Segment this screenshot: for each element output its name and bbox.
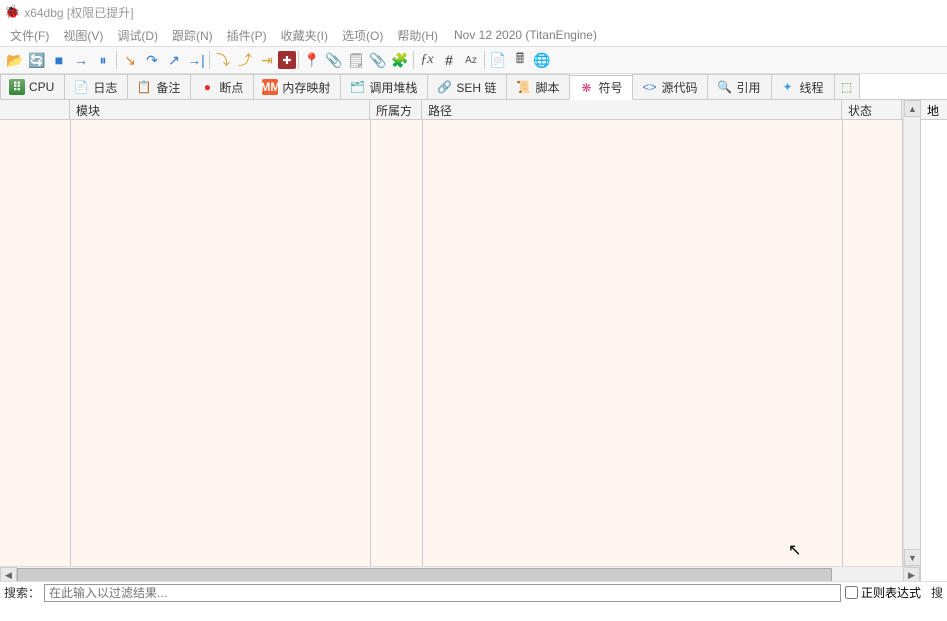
right-search-label: 搜 (931, 584, 943, 601)
breakpoint-icon: ● (199, 79, 215, 95)
symbols-icon: ❋ (578, 80, 594, 96)
searchbar: 搜索： 正则表达式 搜 (0, 581, 947, 603)
tab-source[interactable]: <>源代码 (632, 74, 708, 99)
fx-button[interactable]: ƒx (416, 49, 438, 71)
exec-till-button[interactable]: ⇥ (256, 49, 278, 71)
tb-a1[interactable]: 📍 (301, 49, 323, 71)
menu-debug[interactable]: 调试(D) (111, 25, 164, 46)
run-button[interactable]: → (70, 49, 92, 71)
modules-pane: 模块 所属方 路径 状态 ▲ ▼ ◀ ▶ (0, 100, 920, 583)
menu-plugins[interactable]: 插件(P) (221, 25, 273, 46)
log-icon: 📄 (73, 79, 89, 95)
grid-body[interactable] (0, 120, 920, 566)
right-pane: 地 (920, 100, 947, 583)
tab-cpu[interactable]: ⠿CPU (0, 74, 65, 99)
col-module[interactable]: 模块 (70, 100, 370, 119)
tab-symbols[interactable]: ❋符号 (569, 75, 633, 100)
tb-a5[interactable]: 🧩 (389, 49, 411, 71)
main-area: 模块 所属方 路径 状态 ▲ ▼ ◀ ▶ 地 (0, 100, 947, 583)
tb-a4[interactable]: 📎 (367, 49, 389, 71)
vscrollbar[interactable]: ▲ ▼ (903, 100, 920, 566)
menu-file[interactable]: 文件(F) (4, 25, 55, 46)
seh-icon: 🔗 (436, 79, 452, 95)
run-to-button[interactable]: →| (185, 49, 207, 71)
step-over-button[interactable]: ↷ (141, 49, 163, 71)
step-out-button[interactable]: ↗ (163, 49, 185, 71)
tb-b3[interactable]: 🌐 (531, 49, 553, 71)
menu-trace[interactable]: 跟踪(N) (166, 25, 219, 46)
right-col-addr[interactable]: 地 (921, 100, 947, 120)
tab-threads[interactable]: ✦线程 (771, 74, 835, 99)
toolbar-sep (116, 51, 117, 69)
tb-b2[interactable]: 🖩 (509, 49, 531, 71)
cpu-icon: ⠿ (9, 79, 25, 95)
scroll-up-icon[interactable]: ▲ (904, 100, 921, 117)
references-icon: 🔍 (716, 79, 732, 95)
tab-handles[interactable]: ⬚ (834, 74, 860, 99)
window-title: x64dbg [权限已提升] (24, 4, 133, 21)
tab-breakpoints[interactable]: ●断点 (190, 74, 254, 99)
threads-icon: ✦ (780, 79, 796, 95)
search-input[interactable] (44, 584, 841, 602)
menu-favorites[interactable]: 收藏夹(I) (275, 25, 334, 46)
menu-options[interactable]: 选项(O) (336, 25, 389, 46)
toolbar-sep (484, 51, 485, 69)
script-icon: 📜 (515, 79, 531, 95)
handles-icon: ⬚ (839, 79, 855, 95)
hash-button[interactable]: # (438, 49, 460, 71)
search-label: 搜索： (4, 584, 40, 601)
trace-into-button[interactable]: ⤵ (212, 49, 234, 71)
col-state[interactable]: 状态 (842, 100, 902, 119)
tab-script[interactable]: 📜脚本 (506, 74, 570, 99)
tb-a3[interactable]: 🗒 (345, 49, 367, 71)
toolbar-sep (298, 51, 299, 69)
tab-log[interactable]: 📄日志 (64, 74, 128, 99)
regex-checkbox-input[interactable] (845, 586, 858, 599)
notes-icon: 📋 (136, 79, 152, 95)
build-info: Nov 12 2020 (TitanEngine) (454, 28, 597, 42)
tabbar: ⠿CPU 📄日志 📋备注 ●断点 MM内存映射 🗂调用堆栈 🔗SEH 链 📜脚本… (0, 74, 947, 100)
grid-header: 模块 所属方 路径 状态 (0, 100, 920, 120)
menubar: 文件(F) 视图(V) 调试(D) 跟踪(N) 插件(P) 收藏夹(I) 选项(… (0, 24, 947, 46)
tab-callstack[interactable]: 🗂调用堆栈 (340, 74, 428, 99)
memmap-icon: MM (262, 79, 278, 95)
source-icon: <> (641, 79, 657, 95)
tb-a2[interactable]: 📎 (323, 49, 345, 71)
menu-help[interactable]: 帮助(H) (391, 25, 444, 46)
tb-b1[interactable]: 📄 (487, 49, 509, 71)
regex-checkbox[interactable]: 正则表达式 (845, 584, 921, 601)
stop-button[interactable]: ■ (48, 49, 70, 71)
pause-button[interactable]: ⏸ (92, 49, 114, 71)
tab-references[interactable]: 🔍引用 (707, 74, 771, 99)
tab-memmap[interactable]: MM内存映射 (253, 74, 341, 99)
col-empty[interactable] (0, 100, 70, 119)
open-button[interactable]: 📂 (4, 49, 26, 71)
regex-label: 正则表达式 (861, 584, 921, 601)
trace-over-button[interactable]: ⤴ (234, 49, 256, 71)
app-icon: 🐞 (4, 4, 20, 20)
patches-button[interactable]: ✚ (278, 51, 296, 69)
tab-notes[interactable]: 📋备注 (127, 74, 191, 99)
titlebar: 🐞 x64dbg [权限已提升] (0, 0, 947, 24)
callstack-icon: 🗂 (349, 79, 365, 95)
az-button[interactable]: Aᴢ (460, 49, 482, 71)
restart-button[interactable]: 🔄 (26, 49, 48, 71)
menu-view[interactable]: 视图(V) (57, 25, 109, 46)
scroll-track[interactable] (904, 117, 920, 549)
col-path[interactable]: 路径 (422, 100, 842, 119)
col-party[interactable]: 所属方 (370, 100, 422, 119)
toolbar-sep (413, 51, 414, 69)
step-into-button[interactable]: ↘ (119, 49, 141, 71)
toolbar: 📂 🔄 ■ → ⏸ ↘ ↷ ↗ →| ⤵ ⤴ ⇥ ✚ 📍 📎 🗒 📎 🧩 ƒx … (0, 46, 947, 74)
toolbar-sep (209, 51, 210, 69)
scroll-down-icon[interactable]: ▼ (904, 549, 921, 566)
scroll-thumb[interactable] (17, 568, 832, 582)
tab-seh[interactable]: 🔗SEH 链 (427, 74, 507, 99)
